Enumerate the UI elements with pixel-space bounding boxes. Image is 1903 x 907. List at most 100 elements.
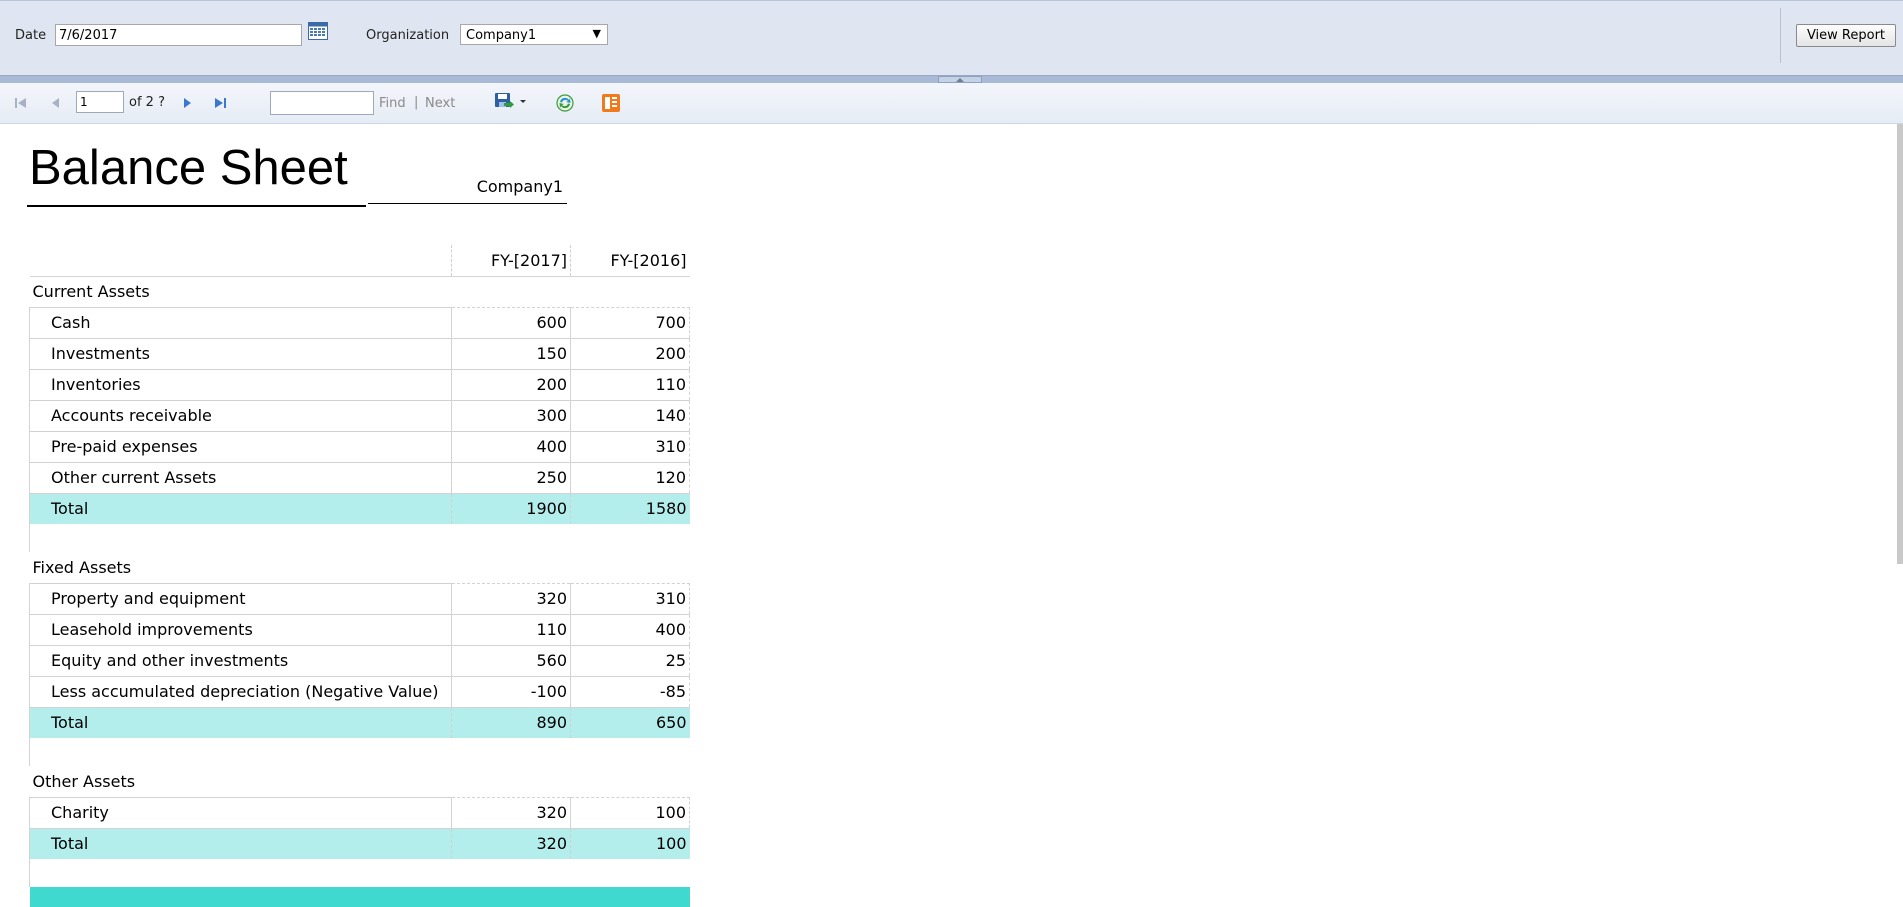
row-label: Other current Assets bbox=[29, 461, 452, 494]
row-label: Inventories bbox=[29, 368, 452, 401]
row-label: Accounts receivable bbox=[29, 399, 452, 432]
find-link[interactable]: Find bbox=[379, 96, 406, 111]
total-value-2016: 1580 bbox=[570, 492, 690, 524]
parameter-area: Date 7/6/2017 Organization Company1 ▼ Vi… bbox=[0, 0, 1903, 75]
page-number-input[interactable]: 1 bbox=[76, 91, 124, 113]
row-label: Less accumulated depreciation (Negative … bbox=[29, 675, 452, 708]
spacer-cell bbox=[571, 859, 690, 887]
row-label: Property and equipment bbox=[29, 582, 452, 615]
row-label: Leasehold improvements bbox=[29, 613, 452, 646]
table-row: Investments 150 200 bbox=[29, 337, 690, 370]
row-value-2017: 150 bbox=[451, 337, 571, 370]
find-separator: | bbox=[414, 95, 419, 110]
company-underline bbox=[368, 203, 567, 204]
column-header-fy2017: FY-[2017] bbox=[451, 245, 571, 277]
row-value-2017: 300 bbox=[451, 399, 571, 432]
total-label: Total bbox=[29, 492, 452, 524]
row-value-2016: 310 bbox=[570, 430, 690, 463]
report-company-name: Company1 bbox=[476, 177, 563, 196]
print-layout-icon[interactable] bbox=[601, 93, 621, 113]
export-save-icon[interactable] bbox=[494, 91, 530, 111]
table-row: Equity and other investments 560 25 bbox=[29, 644, 690, 677]
row-value-2017: 250 bbox=[451, 461, 571, 494]
spacer-cell bbox=[29, 738, 452, 766]
row-value-2016: 310 bbox=[570, 582, 690, 615]
date-label: Date bbox=[15, 28, 47, 43]
spacer-cell bbox=[452, 738, 571, 766]
row-value-2016: 140 bbox=[570, 399, 690, 432]
date-input[interactable]: 7/6/2017 bbox=[55, 24, 302, 46]
collapse-arrow-icon bbox=[956, 78, 964, 82]
table-row: Inventories 200 110 bbox=[29, 368, 690, 401]
row-label: Pre-paid expenses bbox=[29, 430, 452, 463]
calendar-icon[interactable] bbox=[308, 22, 328, 40]
spacer-cell bbox=[571, 738, 690, 766]
total-value-2016: 100 bbox=[570, 827, 690, 859]
row-value-2016: 200 bbox=[570, 337, 690, 370]
total-value-2017: 320 bbox=[451, 827, 571, 859]
grand-total-cell bbox=[451, 887, 571, 907]
spacer-cell bbox=[452, 524, 571, 552]
row-value-2016: 120 bbox=[570, 461, 690, 494]
vertical-scrollbar[interactable] bbox=[1897, 124, 1903, 564]
row-label: Investments bbox=[29, 337, 452, 370]
row-value-2016: 400 bbox=[570, 613, 690, 646]
organization-label: Organization bbox=[366, 28, 450, 43]
last-page-icon[interactable] bbox=[212, 95, 228, 111]
row-value-2017: -100 bbox=[451, 675, 571, 708]
total-value-2016: 650 bbox=[570, 706, 690, 738]
total-row: Total 890 650 bbox=[29, 706, 690, 738]
section-title: Other Assets bbox=[32, 771, 136, 791]
section-heading-row: Current Assets bbox=[30, 276, 690, 307]
spacer-cell bbox=[29, 859, 452, 887]
row-value-2017: 320 bbox=[451, 796, 571, 829]
row-value-2016: 25 bbox=[570, 644, 690, 677]
row-value-2017: 560 bbox=[451, 644, 571, 677]
view-report-button[interactable]: View Report bbox=[1796, 24, 1896, 47]
param-divider bbox=[1780, 8, 1781, 63]
table-row: Other current Assets 250 120 bbox=[29, 461, 690, 494]
balance-sheet-table: FY-[2017] FY-[2016] Current Assets Cash 6… bbox=[29, 245, 690, 907]
row-value-2016: 100 bbox=[570, 796, 690, 829]
row-label: Charity bbox=[29, 796, 452, 829]
refresh-icon[interactable] bbox=[555, 93, 575, 113]
report-toolbar: 1 of 2 ? Find | Next bbox=[0, 83, 1903, 124]
spacer-cell bbox=[29, 524, 452, 552]
spacer-row bbox=[29, 738, 690, 766]
page-count: of 2 ? bbox=[129, 95, 165, 110]
total-value-2017: 1900 bbox=[451, 492, 571, 524]
section-title: Current Assets bbox=[32, 282, 150, 301]
table-row: Cash 600 700 bbox=[29, 306, 690, 339]
dropdown-arrow-icon: ▼ bbox=[592, 27, 601, 40]
row-label: Cash bbox=[29, 306, 452, 339]
spacer-row bbox=[29, 859, 690, 887]
previous-page-icon[interactable] bbox=[48, 95, 64, 111]
row-value-2017: 600 bbox=[451, 306, 571, 339]
grand-total-cell bbox=[29, 887, 452, 907]
total-label: Total bbox=[29, 827, 452, 859]
find-text-input[interactable] bbox=[270, 91, 374, 115]
table-row: Accounts receivable 300 140 bbox=[29, 399, 690, 432]
spacer-cell bbox=[571, 524, 690, 552]
row-value-2017: 110 bbox=[451, 613, 571, 646]
total-row: Total 1900 1580 bbox=[29, 492, 690, 524]
section-heading-row: Fixed Assets bbox=[30, 552, 690, 583]
grand-total-cell bbox=[570, 887, 690, 907]
organization-selected-value: Company1 bbox=[466, 28, 537, 43]
section-title: Fixed Assets bbox=[32, 557, 132, 577]
find-next-link[interactable]: Next bbox=[425, 96, 455, 111]
report-title: Balance Sheet bbox=[29, 141, 348, 195]
total-row: Total 320 100 bbox=[29, 827, 690, 859]
next-page-icon[interactable] bbox=[179, 95, 195, 111]
grand-total-row bbox=[29, 887, 690, 907]
header-blank-cell bbox=[29, 245, 452, 277]
table-row: Leasehold improvements 110 400 bbox=[29, 613, 690, 646]
table-header-row: FY-[2017] FY-[2016] bbox=[29, 245, 690, 277]
row-value-2016: -85 bbox=[570, 675, 690, 708]
organization-select[interactable]: Company1 ▼ bbox=[460, 24, 608, 45]
total-value-2017: 890 bbox=[451, 706, 571, 738]
row-value-2016: 110 bbox=[570, 368, 690, 401]
title-underline bbox=[27, 205, 366, 207]
collapse-parameters-handle[interactable] bbox=[938, 76, 982, 83]
first-page-icon[interactable] bbox=[13, 95, 29, 111]
